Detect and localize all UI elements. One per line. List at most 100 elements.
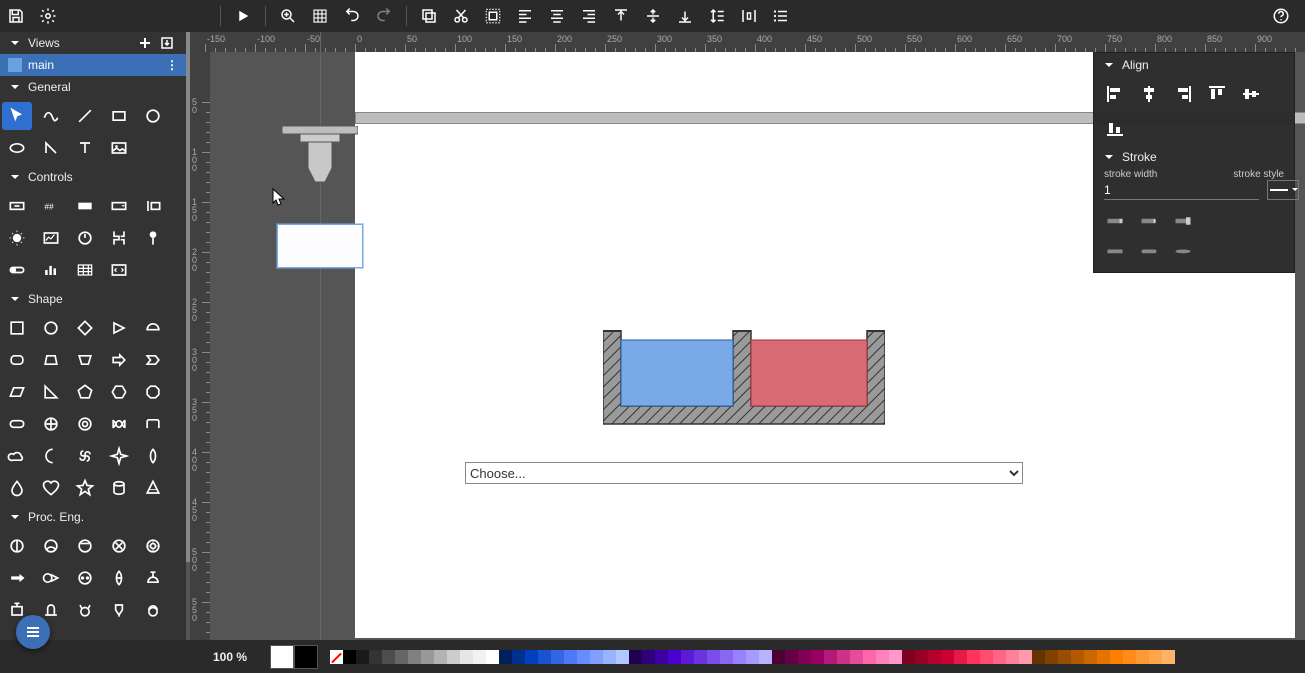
align-top[interactable] xyxy=(1206,83,1228,105)
palette-swatch[interactable] xyxy=(538,650,551,664)
palette-swatch[interactable] xyxy=(1006,650,1019,664)
palette-swatch[interactable] xyxy=(707,650,720,664)
view-item-menu[interactable]: ⋮ xyxy=(166,58,178,72)
palette-swatch[interactable] xyxy=(369,650,382,664)
palette-swatch[interactable] xyxy=(395,650,408,664)
stroke-color-well[interactable] xyxy=(294,645,318,669)
views-section-header[interactable]: Views xyxy=(0,32,186,54)
pe-shape-7[interactable] xyxy=(36,564,66,592)
palette-swatch[interactable] xyxy=(447,650,460,664)
canvas-shape-selected-rect[interactable] xyxy=(277,224,363,268)
palette-swatch[interactable] xyxy=(837,650,850,664)
zoom-button[interactable] xyxy=(272,0,304,32)
line-spacing-button[interactable] xyxy=(701,0,733,32)
palette-swatch[interactable] xyxy=(1097,650,1110,664)
fill-color-well[interactable] xyxy=(270,645,294,669)
pe-shape-4[interactable] xyxy=(104,532,134,560)
barchart-control[interactable] xyxy=(36,256,66,284)
canvas-dropdown[interactable]: Choose... xyxy=(465,462,1023,484)
linejoin-round[interactable] xyxy=(1138,240,1160,262)
pe-shape-10[interactable] xyxy=(138,564,168,592)
palette-swatch[interactable] xyxy=(824,650,837,664)
group-button[interactable] xyxy=(477,0,509,32)
distribute-h-button[interactable] xyxy=(733,0,765,32)
palette-swatch[interactable] xyxy=(785,650,798,664)
palette-swatch[interactable] xyxy=(746,650,759,664)
switch-control[interactable] xyxy=(2,256,32,284)
save-button[interactable] xyxy=(0,0,32,32)
palette-swatch[interactable] xyxy=(356,650,369,664)
trend-control[interactable] xyxy=(36,224,66,252)
shape-circle[interactable] xyxy=(36,314,66,342)
shape-diamond[interactable] xyxy=(70,314,100,342)
palette-swatch[interactable] xyxy=(863,650,876,664)
zoom-level[interactable]: 100 % xyxy=(190,650,270,664)
palette-swatch[interactable] xyxy=(616,650,629,664)
controls-section-header[interactable]: Controls xyxy=(0,166,186,188)
undo-button[interactable] xyxy=(336,0,368,32)
led-control[interactable] xyxy=(2,224,32,252)
stroke-section-header[interactable]: Stroke xyxy=(1094,145,1294,169)
shape-wave[interactable] xyxy=(104,410,134,438)
palette-swatch[interactable] xyxy=(993,650,1006,664)
help-button[interactable] xyxy=(1265,0,1297,32)
align-right[interactable] xyxy=(1172,83,1194,105)
menu-fab[interactable] xyxy=(16,615,50,649)
slider-control[interactable] xyxy=(138,192,168,220)
button-control[interactable] xyxy=(2,192,32,220)
palette-swatch[interactable] xyxy=(577,650,590,664)
rect-tool[interactable] xyxy=(104,102,134,130)
linejoin-bevel[interactable] xyxy=(1172,240,1194,262)
shape-star5[interactable] xyxy=(70,474,100,502)
linecap-square[interactable] xyxy=(1172,210,1194,232)
pe-shape-14[interactable] xyxy=(104,596,134,624)
pe-shape-3[interactable] xyxy=(70,532,100,560)
valign-bottom-button[interactable] xyxy=(669,0,701,32)
cut-button[interactable] xyxy=(445,0,477,32)
redo-button[interactable] xyxy=(368,0,400,32)
numeric-control[interactable]: ## xyxy=(36,192,66,220)
shape-pill[interactable] xyxy=(2,410,32,438)
export-view-button[interactable] xyxy=(160,36,174,50)
add-view-button[interactable] xyxy=(138,36,152,50)
palette-swatch[interactable] xyxy=(772,650,785,664)
palette-swatch[interactable] xyxy=(382,650,395,664)
palette-swatch[interactable] xyxy=(759,650,772,664)
linecap-round[interactable] xyxy=(1138,210,1160,232)
pe-shape-5[interactable] xyxy=(138,532,168,560)
palette-swatch[interactable] xyxy=(1123,650,1136,664)
align-section-header[interactable]: Align xyxy=(1094,53,1294,77)
shape-cylinder[interactable] xyxy=(104,474,134,502)
shape-trapezoid[interactable] xyxy=(36,346,66,374)
align-hcenter[interactable] xyxy=(1138,83,1160,105)
palette-swatch[interactable] xyxy=(798,650,811,664)
shape-pentagon[interactable] xyxy=(70,378,100,406)
grid-button[interactable] xyxy=(304,0,336,32)
palette-nocolor[interactable] xyxy=(330,650,343,664)
view-item-main[interactable]: main ⋮ xyxy=(0,54,186,76)
palette-swatch[interactable] xyxy=(499,650,512,664)
pe-shape-1[interactable] xyxy=(2,532,32,560)
palette-swatch[interactable] xyxy=(694,650,707,664)
palette-swatch[interactable] xyxy=(668,650,681,664)
shape-trapezoid2[interactable] xyxy=(70,346,100,374)
palette-swatch[interactable] xyxy=(512,650,525,664)
pe-shape-2[interactable] xyxy=(36,532,66,560)
valign-middle-button[interactable] xyxy=(637,0,669,32)
palette-swatch[interactable] xyxy=(1032,650,1045,664)
select-tool[interactable] xyxy=(2,102,32,130)
palette-swatch[interactable] xyxy=(1071,650,1084,664)
image-tool[interactable] xyxy=(104,134,134,162)
palette-swatch[interactable] xyxy=(733,650,746,664)
pe-shape-13[interactable] xyxy=(70,596,100,624)
align-center-button[interactable] xyxy=(541,0,573,32)
palette-swatch[interactable] xyxy=(1058,650,1071,664)
palette-swatch[interactable] xyxy=(551,650,564,664)
shape-moon[interactable] xyxy=(36,442,66,470)
align-right-button[interactable] xyxy=(573,0,605,32)
palette-swatch[interactable] xyxy=(473,650,486,664)
stroke-style-dropdown[interactable] xyxy=(1267,180,1299,200)
shape-triangle[interactable] xyxy=(104,314,134,342)
pe-shape-9[interactable] xyxy=(104,564,134,592)
pin-control[interactable] xyxy=(138,224,168,252)
